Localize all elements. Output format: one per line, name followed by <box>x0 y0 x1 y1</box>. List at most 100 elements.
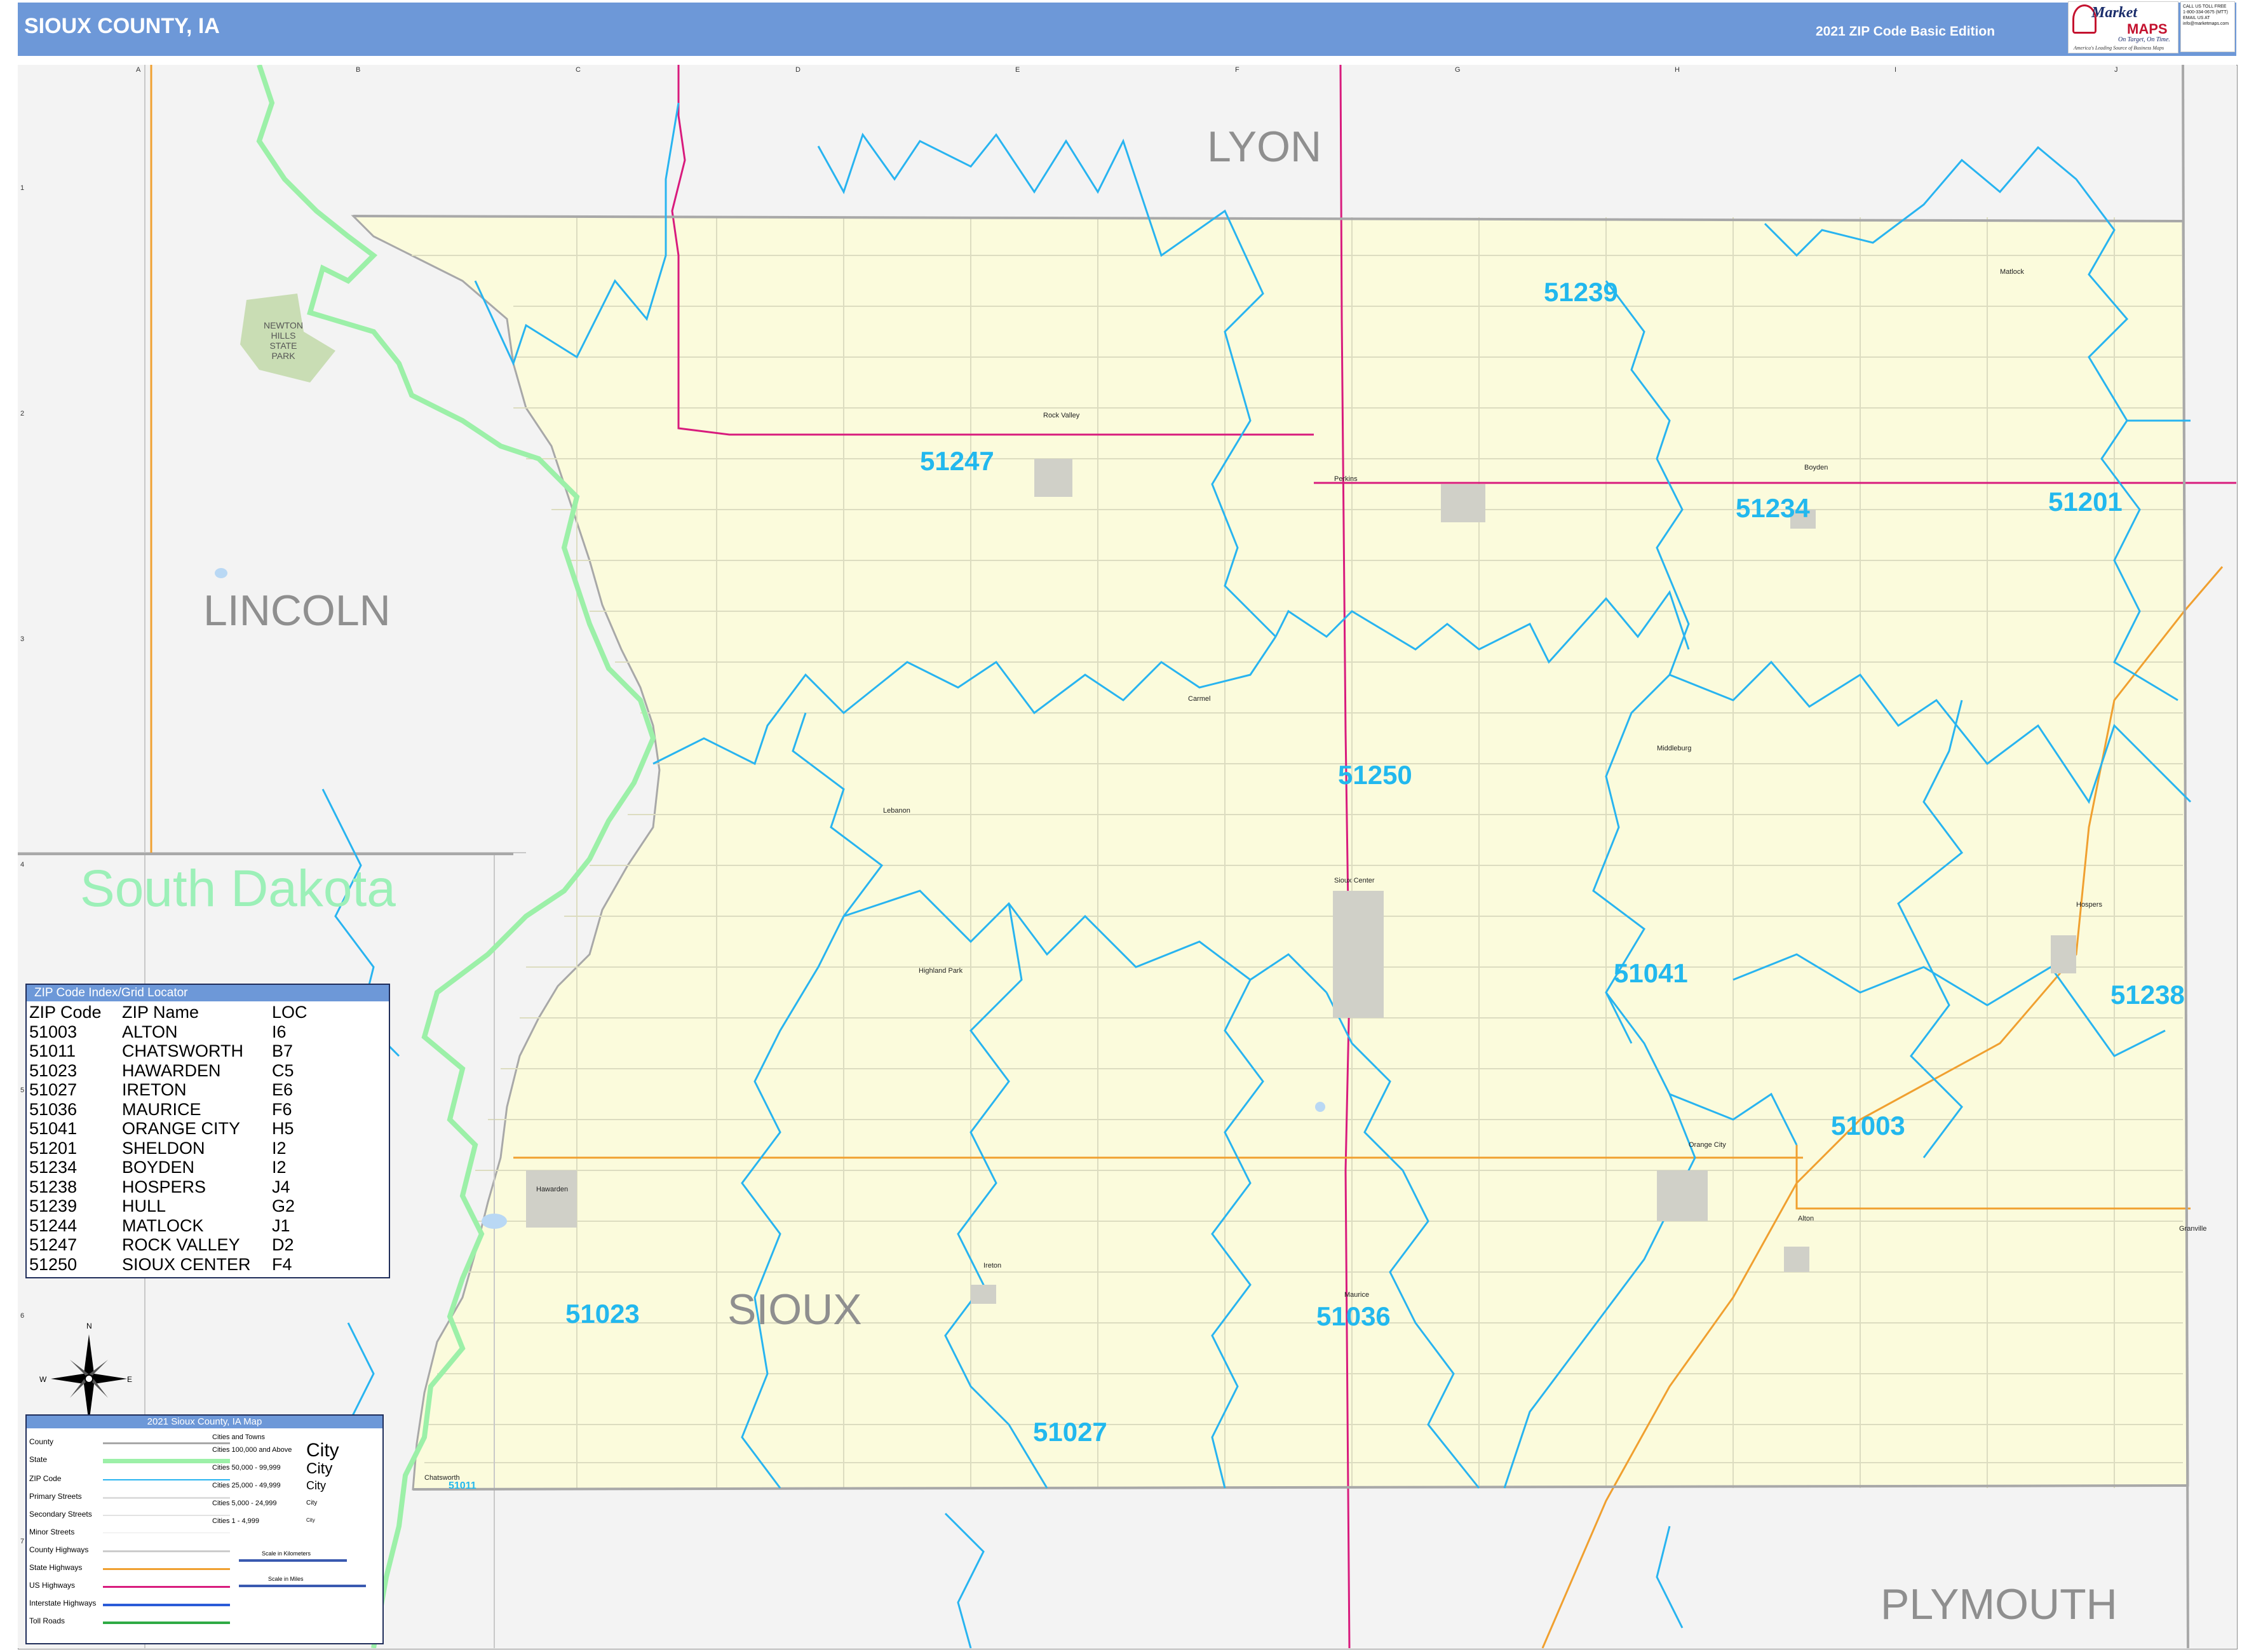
zip-index-table: ZIP Code ZIP Name LOC 51003 ALTON I6 51011… <box>29 1003 307 1274</box>
table-row: 51201 SHELDON I2 <box>29 1139 307 1158</box>
grid-col-B: B <box>356 66 361 74</box>
zip-code-cell: 51234 <box>29 1158 78 1177</box>
place-middleburg: Middleburg <box>1657 745 1692 752</box>
zip-label-51036: 51036 <box>1316 1301 1391 1331</box>
zip-name-cell: SIOUX CENTER <box>122 1254 251 1274</box>
table-row: 51011 CHATSWORTH B7 <box>29 1041 307 1061</box>
edition-label: 2021 ZIP Code Basic Edition <box>1816 24 1996 39</box>
scale-km-bar <box>239 1559 347 1562</box>
table-row: 51247 ROCK VALLEY D2 <box>29 1235 307 1255</box>
grid-row-3: 3 <box>20 635 25 643</box>
zip-code-cell: 51027 <box>29 1080 78 1099</box>
legend-swatch-zip <box>103 1479 230 1480</box>
zip-index-title: ZIP Code Index/Grid Locator <box>27 985 389 1001</box>
legend-city-sample-5: City <box>306 1517 315 1523</box>
zip-name-cell: MAURICE <box>122 1099 201 1119</box>
place-sioux-center: Sioux Center <box>1334 877 1375 884</box>
legend-swatch-interstate <box>103 1604 230 1606</box>
zip-loc-cell: E6 <box>272 1080 294 1099</box>
rock-valley-town <box>1034 459 1072 497</box>
legend-item-county: County <box>29 1437 54 1446</box>
zip-label-51003: 51003 <box>1831 1111 1905 1141</box>
hospers-town <box>2051 935 2076 973</box>
map-canvas[interactable] <box>18 65 2236 1648</box>
legend-item-us-hwy: US Highways <box>29 1581 76 1590</box>
place-rock-valley: Rock Valley <box>1043 412 1080 419</box>
legend-swatch-primary <box>103 1497 230 1499</box>
zip-code-cell: 51036 <box>29 1099 78 1119</box>
zip-name-cell: ROCK VALLEY <box>122 1235 240 1254</box>
scale-mi-label: Scale in Miles <box>268 1576 304 1582</box>
region-south-dakota: South Dakota <box>80 860 396 917</box>
zip-loc-cell: G2 <box>272 1196 295 1215</box>
zip-name-cell: MATLOCK <box>122 1215 204 1235</box>
grid-row-2: 2 <box>20 410 25 417</box>
zip-loc-cell: B7 <box>272 1041 294 1060</box>
zip-index-header-name: ZIP Name <box>122 1003 199 1022</box>
zip-name-cell: BOYDEN <box>122 1158 195 1177</box>
zip-code-cell: 51011 <box>29 1041 76 1060</box>
legend-city-class-5: Cities 1 - 4,999 <box>212 1517 259 1525</box>
contact-line: info@marketmaps.com <box>2183 22 2229 26</box>
legend-title: 2021 Sioux County, IA Map <box>27 1416 382 1428</box>
grid-row-7: 7 <box>20 1538 25 1545</box>
zip-code-cell: 51003 <box>29 1022 78 1041</box>
legend-city-class-4: Cities 5,000 - 24,999 <box>212 1500 277 1507</box>
legend-item-state-hwy: State Highways <box>29 1563 83 1572</box>
legend-item-primary: Primary Streets <box>29 1492 82 1501</box>
contact-line: EMAIL US AT <box>2183 16 2210 20</box>
legend-cities-heading: Cities and Towns <box>212 1433 265 1441</box>
grid-col-J: J <box>2114 66 2118 74</box>
scale-mi-bar <box>239 1585 366 1587</box>
grid-col-I: I <box>1894 66 1897 74</box>
zip-loc-cell: F4 <box>272 1254 292 1274</box>
table-row: 51041 ORANGE CITY H5 <box>29 1119 307 1139</box>
legend-item-county-hwy: County Highways <box>29 1545 89 1554</box>
compass-w-label: W <box>39 1375 47 1384</box>
table-row: 51238 HOSPERS J4 <box>29 1177 307 1197</box>
legend-item-secondary: Secondary Streets <box>29 1510 92 1519</box>
zip-index-header-loc: LOC <box>272 1003 307 1022</box>
legend-city-class-3: Cities 25,000 - 49,999 <box>212 1482 281 1489</box>
zip-name-cell: ORANGE CITY <box>122 1119 241 1138</box>
place-hawarden: Hawarden <box>536 1186 569 1193</box>
zip-code-cell: 51238 <box>29 1177 78 1196</box>
zip-label-51201: 51201 <box>2048 487 2123 517</box>
table-row: 51003 ALTON I6 <box>29 1022 307 1042</box>
scale-km-label: Scale in Kilometers <box>262 1550 311 1557</box>
zip-index-header-row: ZIP Code ZIP Name LOC <box>29 1003 307 1022</box>
table-row: 51027 IRETON E6 <box>29 1080 307 1100</box>
grid-col-C: C <box>576 66 581 74</box>
place-perkins: Perkins <box>1334 475 1358 483</box>
zip-label-51234: 51234 <box>1736 493 1810 523</box>
map-title: SIOUX COUNTY, IA <box>24 14 220 38</box>
contact-line: CALL US TOLL FREE <box>2183 4 2227 9</box>
zip-code-cell: 51239 <box>29 1196 78 1215</box>
sioux-center-town <box>1333 891 1384 1018</box>
region-sioux: SIOUX <box>727 1285 862 1334</box>
zip-name-cell: HAWARDEN <box>122 1060 221 1080</box>
logo-subtagline: America's Leading Source of Business Map… <box>2074 45 2164 51</box>
table-row: 51244 MATLOCK J1 <box>29 1216 307 1236</box>
zip-code-cell: 51250 <box>29 1254 78 1274</box>
legend-item-minor: Minor Streets <box>29 1527 75 1536</box>
region-lincoln: LINCOLN <box>203 586 391 635</box>
legend-item-state: State <box>29 1455 48 1464</box>
zip-code-cell: 51023 <box>29 1060 78 1080</box>
hawarden-town <box>526 1170 577 1228</box>
legend-item-zip: ZIP Code <box>29 1474 62 1483</box>
zip-name-cell: IRETON <box>122 1080 187 1099</box>
legend-city-sample-3: City <box>306 1479 326 1492</box>
logo-tagline: On Target, On Time. <box>2118 36 2170 43</box>
legend-city-sample-4: City <box>306 1500 318 1506</box>
compass-e-label: E <box>127 1375 133 1384</box>
zip-code-cell: 51247 <box>29 1235 78 1254</box>
legend-swatch-state <box>103 1459 230 1463</box>
legend-swatch-state-hwy <box>103 1568 230 1570</box>
zip-code-cell: 51201 <box>29 1138 78 1158</box>
legend-swatch-us-hwy <box>103 1586 230 1588</box>
place-chatsworth: Chatsworth <box>424 1474 460 1482</box>
grid-col-E: E <box>1015 66 1020 74</box>
table-row: 51036 MAURICE F6 <box>29 1100 307 1120</box>
table-row: 51023 HAWARDEN C5 <box>29 1061 307 1081</box>
